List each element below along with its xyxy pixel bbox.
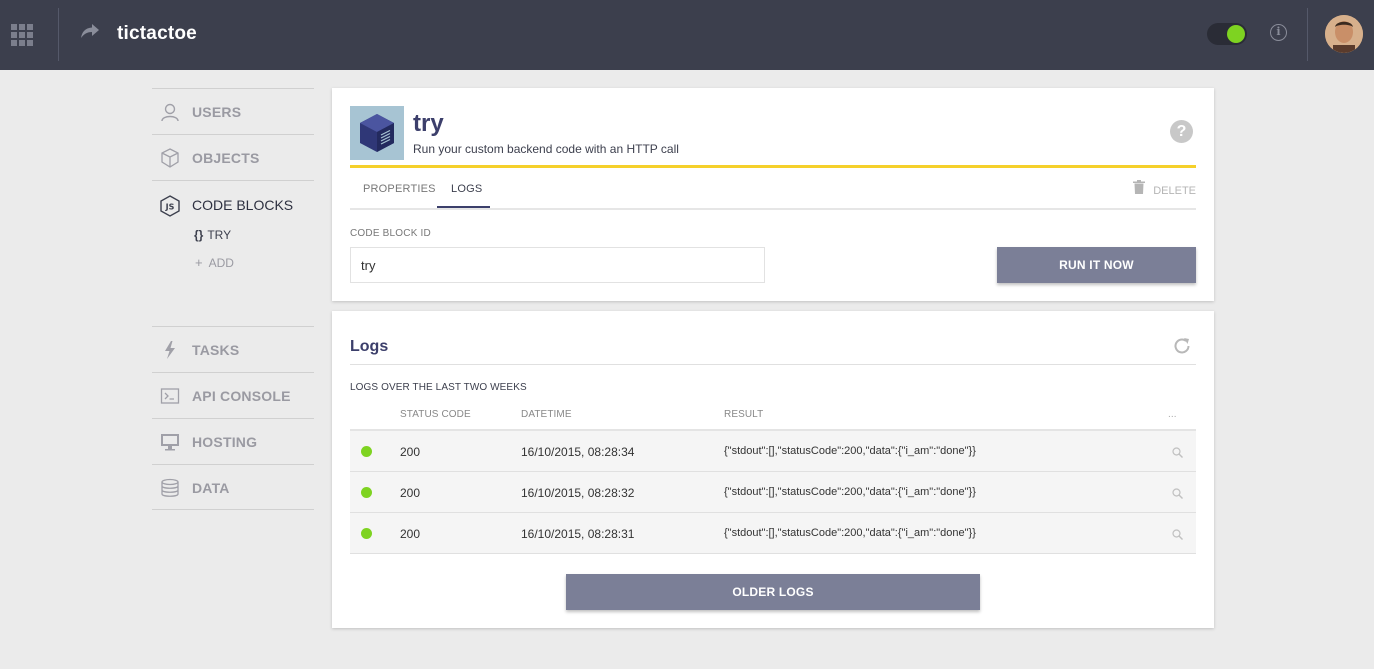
sidebar-item-label: DATA	[192, 480, 230, 496]
table-row[interactable]: 200 16/10/2015, 08:28:34 {"stdout":[],"s…	[350, 431, 1196, 472]
braces-icon: {}	[194, 228, 204, 242]
user-icon	[160, 102, 182, 122]
sidebar-item-label: CODE BLOCKS	[192, 197, 294, 213]
delete-button[interactable]: DELETE	[1133, 180, 1196, 197]
result-cell: {"stdout":[],"statusCode":200,"data":{"i…	[724, 527, 976, 539]
datetime-cell: 16/10/2015, 08:28:34	[521, 445, 635, 459]
status-dot	[361, 487, 372, 498]
status-code-cell: 200	[400, 445, 421, 459]
sidebar-item-label: USERS	[192, 104, 242, 120]
code-block-id-field[interactable]	[350, 247, 765, 283]
sidebar-item-api-console[interactable]: API CONSOLE	[152, 372, 314, 418]
sidebar-item-data[interactable]: DATA	[152, 464, 314, 510]
database-icon	[160, 478, 182, 498]
share-arrow-icon[interactable]	[80, 22, 100, 45]
sidebar-nav: USERS OBJECTS JS CODE BLOCKS TASKS API C…	[152, 88, 314, 510]
sidebar-subitem-label: ADD	[208, 256, 234, 270]
sidebar-item-label: TASKS	[192, 342, 240, 358]
trash-icon	[1133, 180, 1146, 197]
older-logs-button[interactable]: OLDER LOGS	[566, 574, 980, 610]
code-block-description: Run your custom backend code with an HTT…	[413, 142, 679, 156]
monitor-icon	[160, 432, 182, 452]
result-cell: {"stdout":[],"statusCode":200,"data":{"i…	[724, 445, 976, 457]
code-block-cube-icon	[350, 106, 404, 160]
column-header-more: ...	[1168, 409, 1177, 420]
datetime-cell: 16/10/2015, 08:28:31	[521, 527, 635, 541]
delete-label: DELETE	[1153, 185, 1196, 197]
active-tab-indicator	[437, 206, 490, 208]
magnifier-icon[interactable]	[1172, 445, 1183, 463]
status-code-cell: 200	[400, 527, 421, 541]
result-cell: {"stdout":[],"statusCode":200,"data":{"i…	[724, 486, 976, 498]
code-block-card: try Run your custom backend code with an…	[332, 88, 1214, 301]
sidebar-item-objects[interactable]: OBJECTS	[152, 134, 314, 180]
code-block-title: try	[413, 110, 444, 137]
divider	[1307, 8, 1308, 61]
sidebar-item-tasks[interactable]: TASKS	[152, 326, 314, 372]
info-icon[interactable]: i	[1270, 24, 1287, 41]
status-dot	[361, 528, 372, 539]
refresh-icon[interactable]	[1172, 336, 1192, 361]
sidebar-subitem-add[interactable]: + ADD	[195, 255, 234, 270]
table-row[interactable]: 200 16/10/2015, 08:28:32 {"stdout":[],"s…	[350, 472, 1196, 513]
divider	[58, 8, 59, 61]
sidebar-item-code-blocks[interactable]: JS CODE BLOCKS	[152, 181, 314, 227]
bolt-icon	[160, 340, 182, 360]
terminal-icon	[160, 386, 182, 406]
tab-bar: PROPERTIES LOGS DELETE	[350, 168, 1196, 210]
sidebar-group-code-blocks: JS CODE BLOCKS	[152, 180, 314, 326]
logs-subtitle: LOGS OVER THE LAST TWO WEEKS	[350, 382, 527, 393]
magnifier-icon[interactable]	[1172, 527, 1183, 545]
cube-icon	[160, 148, 182, 168]
top-bar: tictactoe i	[0, 0, 1374, 70]
column-header-result: RESULT	[724, 409, 764, 420]
tab-properties[interactable]: PROPERTIES	[363, 183, 436, 195]
sidebar-subitem-label: TRY	[207, 228, 232, 242]
toggle-knob	[1227, 25, 1245, 43]
logs-title: Logs	[350, 338, 389, 355]
plus-icon: +	[195, 255, 203, 270]
sidebar-item-label: HOSTING	[192, 434, 258, 450]
code-block-id-label: CODE BLOCK ID	[350, 228, 431, 239]
logs-card: Logs LOGS OVER THE LAST TWO WEEKS STATUS…	[332, 311, 1214, 628]
table-row[interactable]: 200 16/10/2015, 08:28:31 {"stdout":[],"s…	[350, 513, 1196, 554]
sidebar-item-users[interactable]: USERS	[152, 88, 314, 134]
apps-grid-icon[interactable]	[11, 24, 33, 46]
sidebar-item-label: API CONSOLE	[192, 388, 291, 404]
column-header-status: STATUS CODE	[400, 409, 471, 420]
divider	[350, 364, 1196, 365]
svg-text:JS: JS	[165, 203, 175, 212]
column-header-datetime: DATETIME	[521, 409, 572, 420]
app-title[interactable]: tictactoe	[117, 23, 197, 45]
status-code-cell: 200	[400, 486, 421, 500]
run-it-now-button[interactable]: RUN IT NOW	[997, 247, 1196, 283]
tab-logs[interactable]: LOGS	[451, 183, 482, 195]
status-dot	[361, 446, 372, 457]
magnifier-icon[interactable]	[1172, 486, 1183, 504]
sidebar-subitem-try[interactable]: {} TRY	[194, 228, 231, 242]
live-toggle[interactable]	[1207, 23, 1247, 45]
sidebar-item-hosting[interactable]: HOSTING	[152, 418, 314, 464]
nodejs-icon: JS	[160, 195, 180, 222]
help-icon[interactable]: ?	[1170, 120, 1193, 143]
sidebar-item-label: OBJECTS	[192, 150, 260, 166]
datetime-cell: 16/10/2015, 08:28:32	[521, 486, 635, 500]
user-avatar[interactable]	[1325, 15, 1363, 53]
